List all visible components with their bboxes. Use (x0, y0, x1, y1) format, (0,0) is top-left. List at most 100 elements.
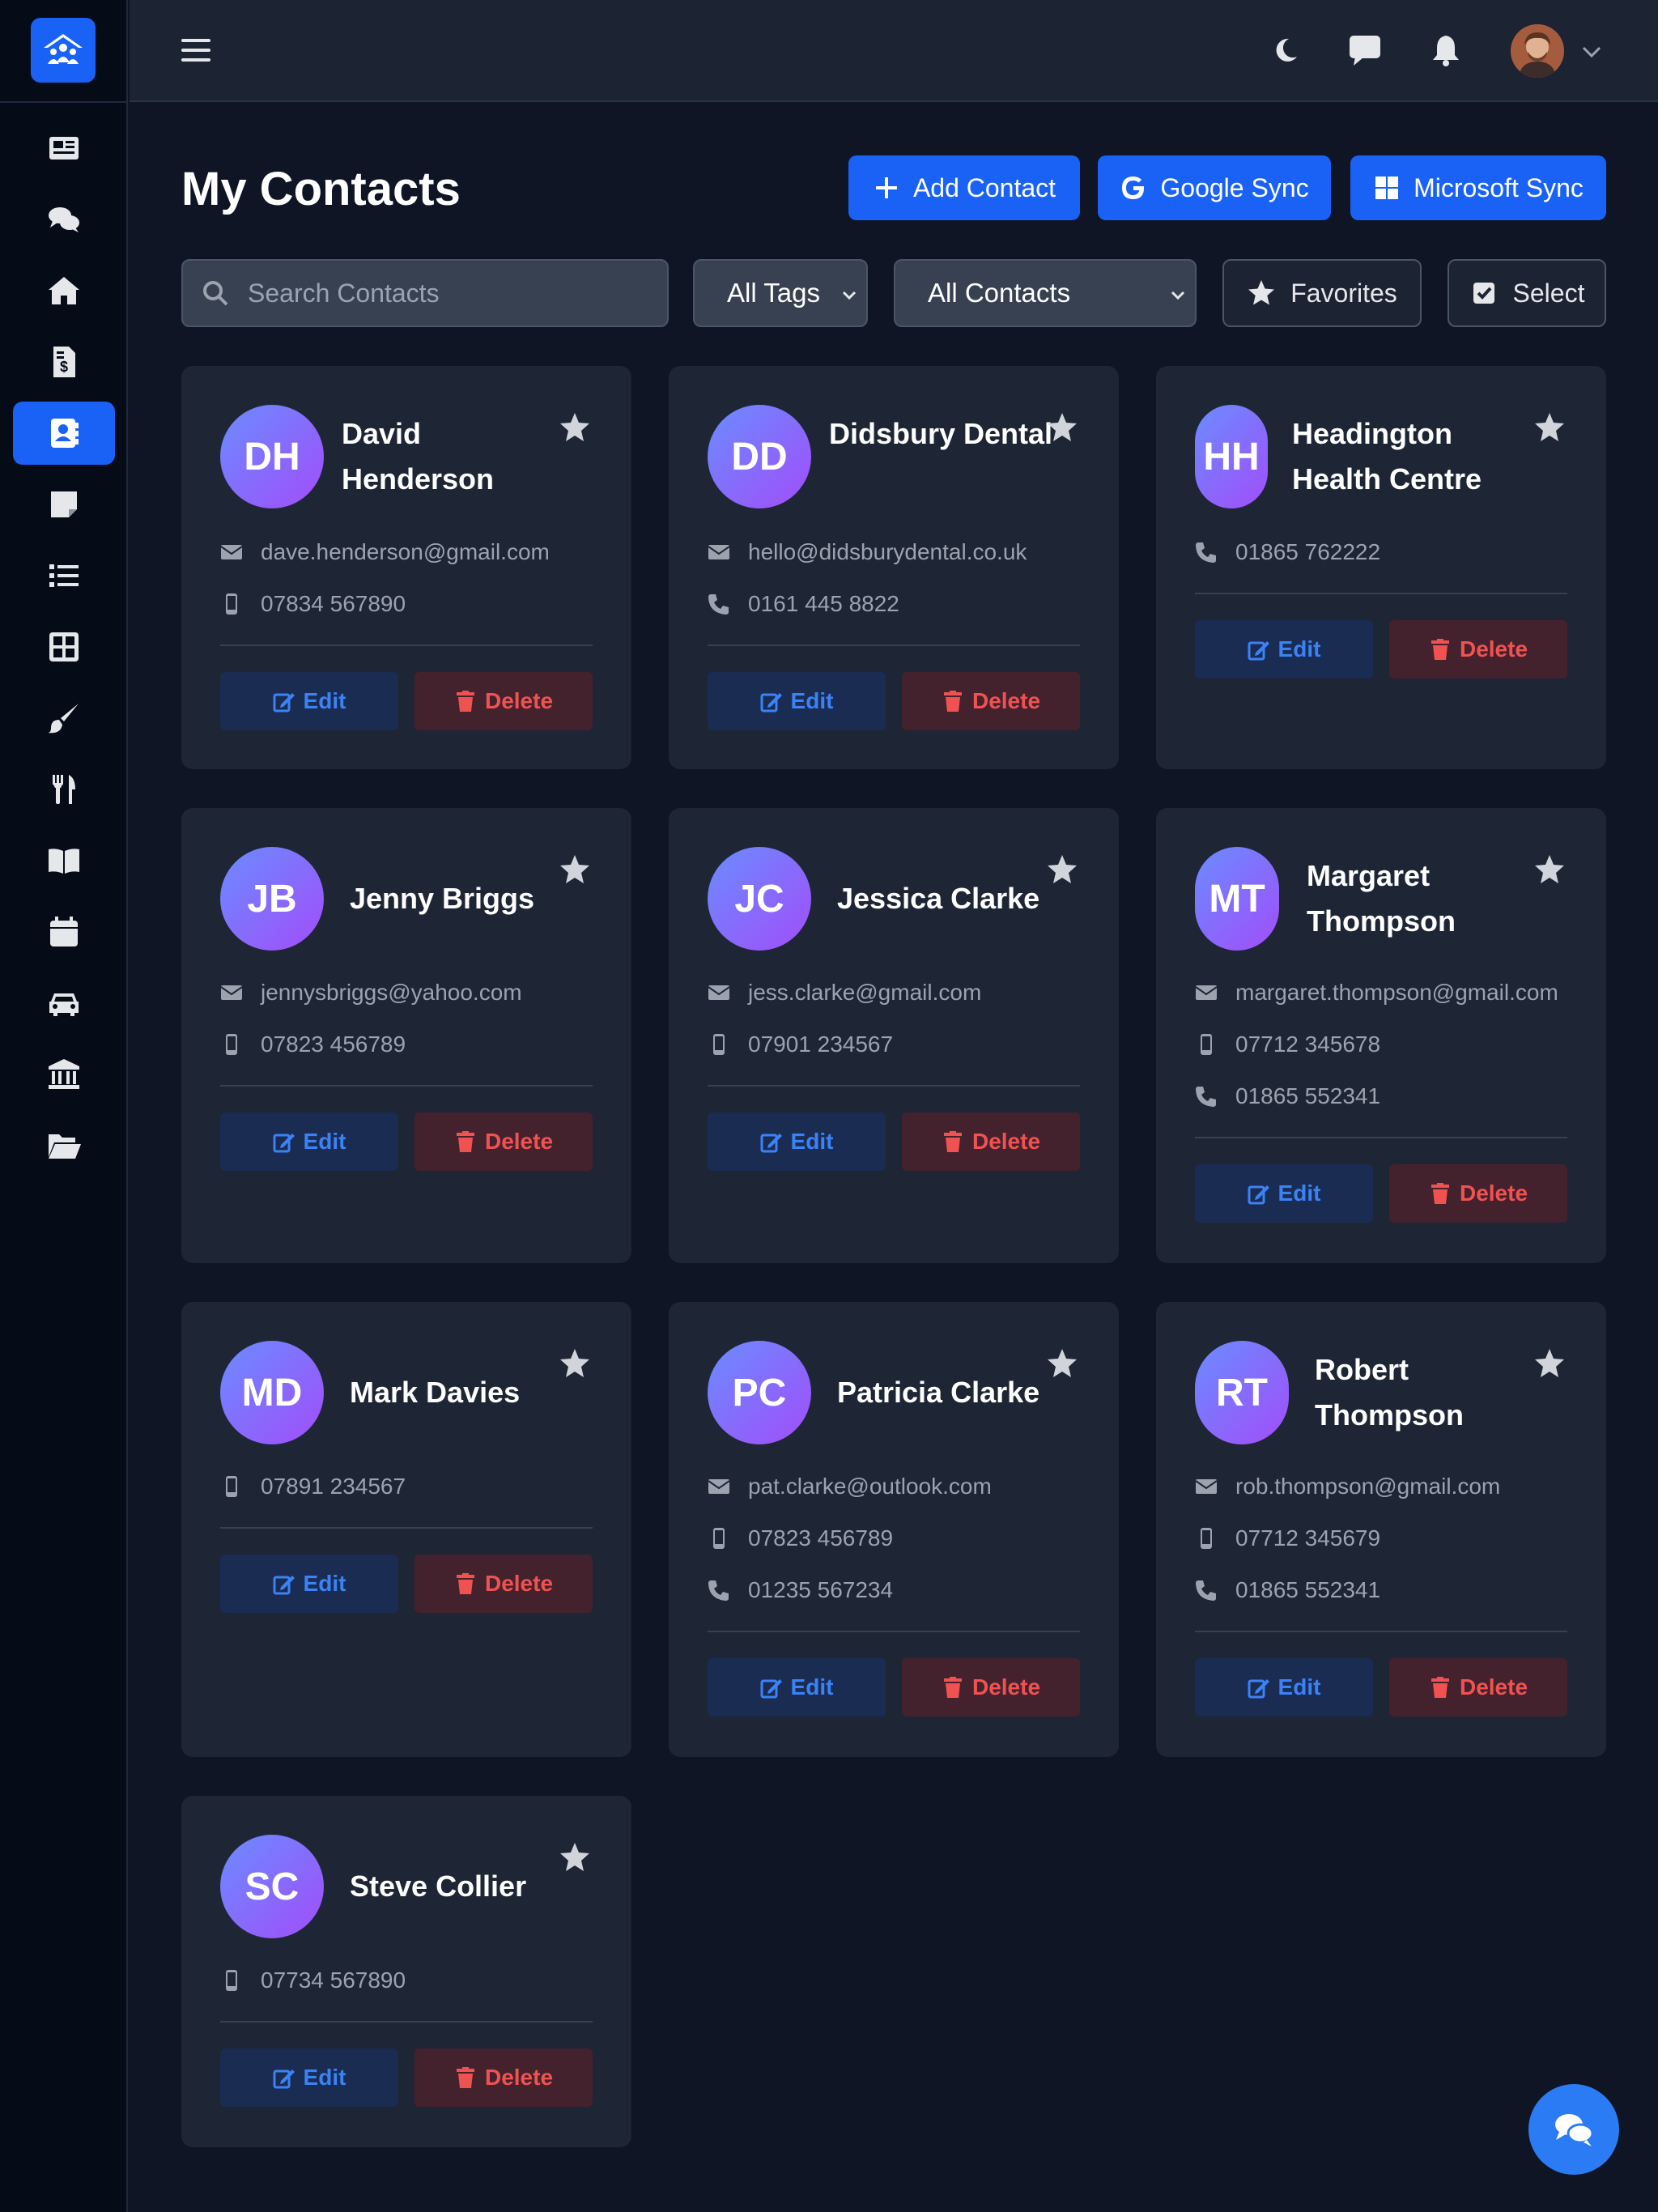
delete-label: Delete (1459, 1674, 1528, 1699)
messages-button[interactable] (1346, 31, 1384, 70)
page-title: My Contacts (181, 163, 461, 215)
edit-button[interactable]: Edit (708, 672, 886, 730)
edit-button[interactable]: Edit (220, 2048, 398, 2107)
nav-item-home[interactable] (13, 259, 115, 322)
theme-toggle-button[interactable] (1266, 31, 1305, 70)
chevron-down-icon[interactable] (1579, 39, 1605, 65)
trash-icon (943, 1677, 962, 1698)
nav-item-chat[interactable] (13, 188, 115, 251)
star-icon[interactable] (1533, 1347, 1566, 1380)
edit-label: Edit (790, 1129, 834, 1154)
star-icon[interactable] (559, 1347, 591, 1380)
contact-name: Didsbury Dental (829, 417, 1053, 450)
favorites-button[interactable]: Favorites (1222, 259, 1422, 327)
contact-card: DH David Henderson dave.henderson@gmail.… (181, 366, 631, 769)
delete-button[interactable]: Delete (414, 1112, 593, 1171)
google-sync-button[interactable]: Google Sync (1098, 155, 1331, 220)
edit-button[interactable]: Edit (708, 1658, 886, 1716)
star-icon[interactable] (559, 853, 591, 886)
nav-item-vehicles[interactable] (13, 972, 115, 1035)
contact-phone-row: 01865 552341 (1195, 1080, 1380, 1112)
grid-icon (49, 632, 79, 661)
mobile-phone-icon (1201, 1528, 1212, 1549)
contact-avatar: HH (1195, 405, 1268, 508)
nav-item-contacts[interactable] (13, 402, 115, 465)
star-icon[interactable] (1046, 1347, 1078, 1380)
contact-email: rob.thompson@gmail.com (1235, 1474, 1501, 1499)
star-icon[interactable] (559, 411, 591, 444)
notifications-button[interactable] (1426, 31, 1465, 70)
nav-item-list[interactable] (13, 544, 115, 607)
select-button[interactable]: Select (1448, 259, 1606, 327)
delete-button[interactable]: Delete (414, 672, 593, 730)
chat-icon (49, 207, 79, 232)
user-avatar[interactable] (1511, 24, 1564, 78)
delete-label: Delete (484, 1571, 554, 1596)
add-contact-button[interactable]: Add Contact (848, 155, 1080, 220)
edit-button[interactable]: Edit (220, 672, 398, 730)
envelope-icon (708, 545, 730, 559)
star-icon[interactable] (1533, 853, 1566, 886)
edit-button[interactable]: Edit (1195, 1164, 1373, 1223)
delete-button[interactable]: Delete (902, 672, 1080, 730)
delete-label: Delete (484, 2065, 554, 2090)
star-icon[interactable] (559, 1841, 591, 1874)
nav-item-restaurant[interactable] (13, 758, 115, 821)
contact-card: HH Headington Health Centre 01865 762222… (1156, 366, 1606, 769)
edit-button[interactable]: Edit (708, 1112, 886, 1171)
nav-item-files[interactable] (13, 1114, 115, 1177)
contact-mobile: 07823 456789 (748, 1525, 894, 1551)
contact-name: Margaret Thompson (1307, 859, 1456, 938)
contacts-select[interactable]: All Contacts (894, 259, 1197, 327)
star-icon[interactable] (1046, 411, 1078, 444)
contact-email-row: pat.clarke@outlook.com (708, 1470, 992, 1503)
notes-icon (51, 491, 77, 517)
microsoft-sync-button[interactable]: Microsoft Sync (1350, 155, 1606, 220)
contact-phone-row: 01235 567234 (708, 1574, 893, 1606)
favorites-label: Favorites (1290, 278, 1397, 308)
star-icon[interactable] (1046, 853, 1078, 886)
star-icon[interactable] (1533, 411, 1566, 444)
nav-item-invoices[interactable]: $ (13, 330, 115, 393)
delete-button[interactable]: Delete (902, 1112, 1080, 1171)
nav-item-calendar[interactable] (13, 900, 115, 963)
contact-phone: 01865 762222 (1235, 539, 1381, 564)
contact-phone-row: 0161 445 8822 (708, 588, 899, 620)
contact-mobile: 07712 345679 (1235, 1525, 1381, 1551)
contact-phone: 01235 567234 (748, 1577, 894, 1602)
contact-card: MD Mark Davies 07891 234567 Edit Delete (181, 1302, 631, 1757)
delete-button[interactable]: Delete (902, 1658, 1080, 1716)
nav-item-grid[interactable] (13, 615, 115, 678)
search-input[interactable] (248, 261, 653, 325)
mobile-phone-icon (713, 1034, 725, 1055)
nav-item-bank[interactable] (13, 1043, 115, 1106)
nav-item-notes[interactable] (13, 473, 115, 536)
app-logo[interactable] (31, 18, 96, 83)
edit-button[interactable]: Edit (1195, 1658, 1373, 1716)
delete-label: Delete (971, 688, 1041, 713)
delete-button[interactable]: Delete (1389, 1658, 1567, 1716)
phone-icon (1196, 542, 1216, 563)
edit-button[interactable]: Edit (1195, 620, 1373, 678)
delete-button[interactable]: Delete (414, 2048, 593, 2107)
mobile-phone-icon (1201, 1034, 1212, 1055)
delete-button[interactable]: Delete (414, 1555, 593, 1613)
phone-icon (708, 1580, 729, 1601)
nav-item-news[interactable] (13, 117, 115, 180)
home-icon (49, 277, 79, 304)
tags-select[interactable]: All Tags (693, 259, 868, 327)
contact-name: Robert Thompson (1315, 1353, 1464, 1431)
search-box (181, 259, 669, 327)
edit-icon (760, 1134, 782, 1153)
delete-label: Delete (1459, 1180, 1528, 1206)
menu-icon[interactable] (178, 32, 214, 68)
nav-item-book[interactable] (13, 829, 115, 892)
edit-button[interactable]: Edit (220, 1555, 398, 1613)
nav-item-brush[interactable] (13, 687, 115, 750)
edit-button[interactable]: Edit (220, 1112, 398, 1171)
chat-fab-button[interactable] (1528, 2084, 1619, 2175)
delete-button[interactable]: Delete (1389, 620, 1567, 678)
contact-mobile-row: 07834 567890 (220, 588, 406, 620)
contact-avatar: PC (708, 1341, 811, 1444)
delete-button[interactable]: Delete (1389, 1164, 1567, 1223)
